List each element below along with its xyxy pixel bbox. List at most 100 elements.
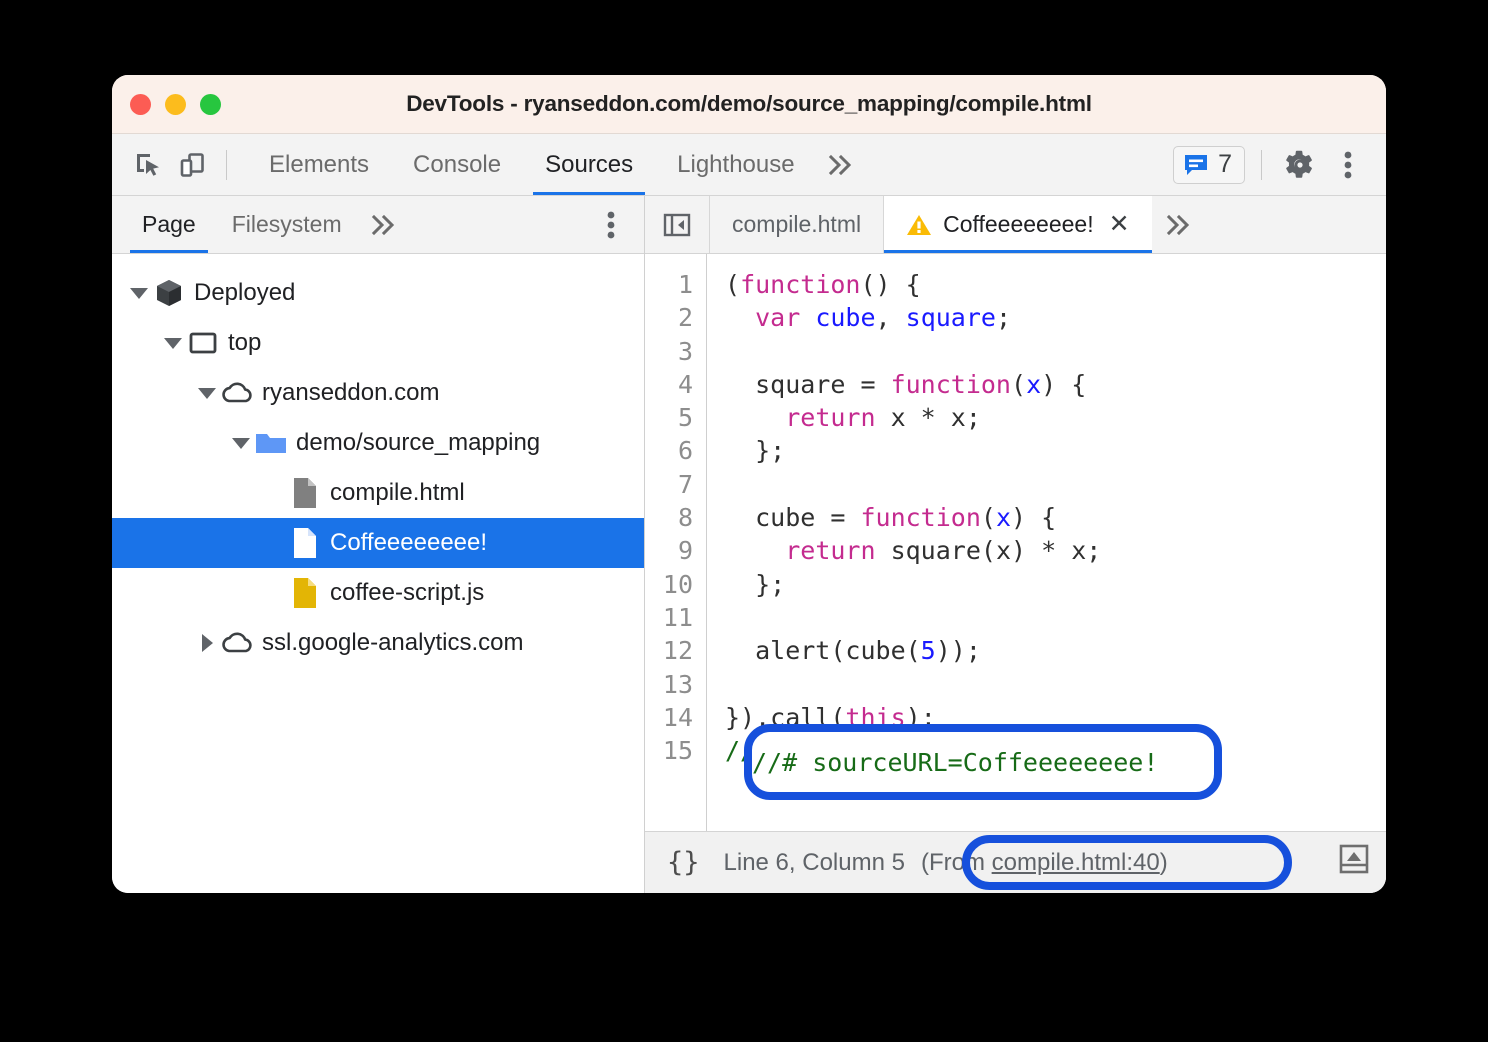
code-token	[725, 403, 785, 432]
tree-item-label: top	[228, 331, 261, 355]
twisty-triangle	[130, 288, 148, 299]
line-number: 15	[645, 734, 693, 767]
show-drawer-button[interactable]	[1336, 841, 1372, 884]
code-line	[725, 601, 1386, 634]
kebab-menu-icon	[1343, 149, 1353, 181]
twisty-triangle	[232, 438, 250, 449]
tree-item-deployed[interactable]: Deployed	[112, 268, 644, 318]
device-toolbar-button[interactable]	[170, 143, 214, 187]
message-count-button[interactable]: 7	[1173, 146, 1245, 184]
inspect-element-button[interactable]	[126, 143, 170, 187]
tab-elements[interactable]: Elements	[247, 134, 391, 195]
tree-item-coffeeeeeeee[interactable]: Coffeeeeeeee!	[112, 518, 644, 568]
source-origin-suffix: )	[1160, 849, 1168, 876]
code-token: ;	[996, 303, 1011, 332]
device-toolbar-icon	[178, 151, 206, 179]
editor-tab-compile-html[interactable]: compile.html	[709, 196, 883, 253]
code-token: square	[906, 303, 996, 332]
code-line	[725, 468, 1386, 501]
file-white-icon	[288, 527, 322, 559]
editor-more-tabs-button[interactable]	[1152, 196, 1206, 253]
editor-tab-close-button[interactable]: ✕	[1109, 212, 1130, 237]
code-token: ) {	[1011, 503, 1056, 532]
code-token: //# sourceURL=Coffeeeeeeee!	[725, 736, 1131, 765]
editor-tab-coffee-label: Coffeeeeeeee!	[943, 211, 1094, 238]
close-window-button[interactable]	[130, 94, 151, 115]
code-line: alert(cube(5));	[725, 634, 1386, 667]
minimize-window-button[interactable]	[165, 94, 186, 115]
code-line: (function() {	[725, 268, 1386, 301]
navigator-tab-page[interactable]: Page	[124, 196, 214, 253]
devtools-main-toolbar: Elements Console Sources Lighthouse	[112, 134, 1386, 196]
code-token	[725, 536, 785, 565]
line-number: 6	[645, 434, 693, 467]
tab-sources[interactable]: Sources	[523, 134, 655, 195]
editor-tab-compile-html-label: compile.html	[732, 211, 861, 238]
window-title: DevTools - ryanseddon.com/demo/source_ma…	[112, 91, 1386, 117]
twisty-expanded-icon[interactable]	[126, 288, 152, 299]
twisty-expanded-icon[interactable]	[160, 338, 186, 349]
tree-item-top[interactable]: top	[112, 318, 644, 368]
cloud-icon	[220, 630, 254, 656]
tab-console[interactable]: Console	[391, 134, 523, 195]
code-line: return square(x) * x;	[725, 534, 1386, 567]
file-gray-icon	[292, 477, 318, 509]
tree-item-compile-html[interactable]: compile.html	[112, 468, 644, 518]
code-token: function	[740, 270, 860, 299]
code-token: );	[906, 703, 936, 732]
code-token: () {	[860, 270, 920, 299]
devtools-body: Page Filesystem	[112, 196, 1386, 893]
settings-button[interactable]	[1278, 143, 1322, 187]
code-token: };	[725, 570, 785, 599]
show-navigator-button[interactable]	[645, 196, 709, 253]
navigator-more-tabs-button[interactable]	[360, 203, 408, 247]
code-editor[interactable]: 123456789101112131415 (function() { var …	[645, 254, 1386, 831]
twisty-expanded-icon[interactable]	[228, 438, 254, 449]
line-number: 9	[645, 534, 693, 567]
tree-item-ryanseddon-com[interactable]: ryanseddon.com	[112, 368, 644, 418]
code-token: };	[725, 436, 785, 465]
editor-tabbar: compile.html Coffeeeeeeee! ✕	[645, 196, 1386, 254]
chevron-double-right-icon	[826, 154, 856, 176]
devtools-window: DevTools - ryanseddon.com/demo/source_ma…	[112, 75, 1386, 893]
zoom-window-button[interactable]	[200, 94, 221, 115]
panel-tab-list: Elements Console Sources Lighthouse	[247, 134, 817, 195]
tab-elements-label: Elements	[269, 151, 369, 179]
line-number: 10	[645, 568, 693, 601]
cube-icon	[154, 278, 184, 308]
twisty-collapsed-icon[interactable]	[194, 634, 220, 652]
code-line: square = function(x) {	[725, 368, 1386, 401]
cloud-icon	[220, 630, 254, 656]
code-line: var cube, square;	[725, 301, 1386, 334]
tab-sources-label: Sources	[545, 151, 633, 179]
folder-icon	[254, 429, 288, 457]
screenshot-root: DevTools - ryanseddon.com/demo/source_ma…	[0, 0, 1488, 1042]
twisty-triangle	[198, 388, 216, 399]
source-origin-link[interactable]: compile.html:40	[992, 849, 1160, 876]
navigator-more-options-button[interactable]	[590, 204, 632, 246]
kebab-menu-icon	[606, 209, 616, 241]
more-options-button[interactable]	[1326, 143, 1370, 187]
tree-item-ssl-google-analytics-com[interactable]: ssl.google-analytics.com	[112, 618, 644, 668]
navigator-tab-filesystem[interactable]: Filesystem	[214, 196, 360, 253]
folder-icon	[254, 429, 288, 457]
code-line: }).call(this);	[725, 701, 1386, 734]
code-token: return	[785, 536, 875, 565]
more-panels-button[interactable]	[817, 143, 865, 187]
line-number: 11	[645, 601, 693, 634]
code-token: alert(cube(	[725, 636, 921, 665]
editor-statusbar: {} Line 6, Column 5 (From compile.html:4…	[645, 831, 1386, 893]
code-token: var	[755, 303, 800, 332]
twisty-expanded-icon[interactable]	[194, 388, 220, 399]
code-token: cube	[815, 303, 875, 332]
line-number: 7	[645, 468, 693, 501]
pretty-print-button[interactable]: {}	[667, 847, 700, 878]
tree-item-demo-source-mapping[interactable]: demo/source_mapping	[112, 418, 644, 468]
source-code-content[interactable]: (function() { var cube, square; square =…	[707, 254, 1386, 831]
tab-lighthouse[interactable]: Lighthouse	[655, 134, 816, 195]
code-token: x	[1026, 370, 1041, 399]
editor-tab-coffee[interactable]: Coffeeeeeeee! ✕	[883, 196, 1151, 253]
tree-item-coffee-script-js[interactable]: coffee-script.js	[112, 568, 644, 618]
code-line: };	[725, 434, 1386, 467]
message-count-value: 7	[1218, 150, 1232, 179]
